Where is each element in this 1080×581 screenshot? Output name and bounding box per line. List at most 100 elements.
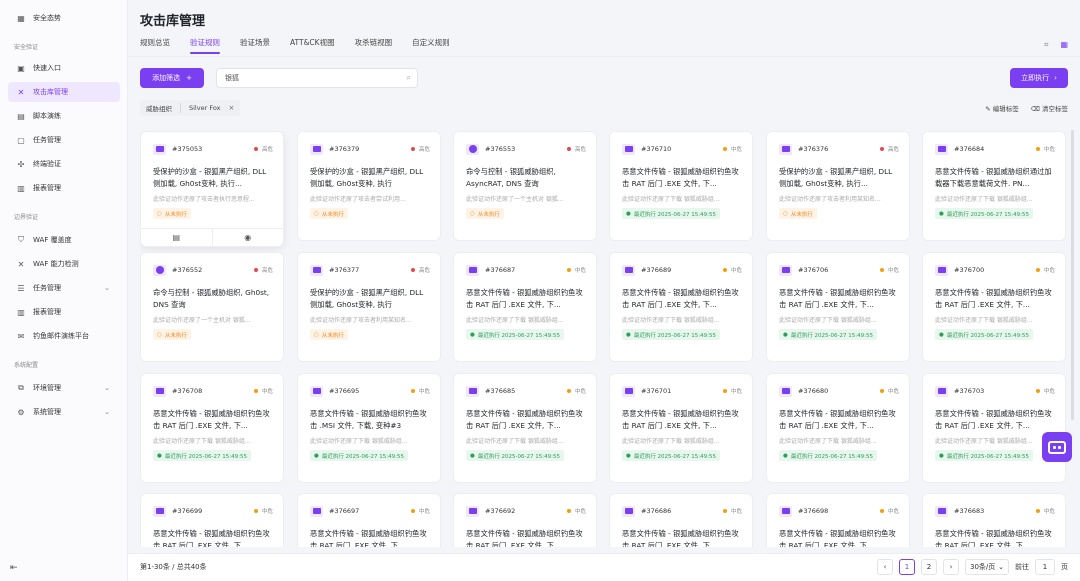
- card-description: 此验证动作还原了攻击者尝试利用...: [310, 196, 406, 203]
- dashboard-icon: ▦: [17, 13, 25, 23]
- sidebar-item-env-mgmt[interactable]: ⧉ 环境管理 ⌄: [8, 378, 120, 398]
- clock-icon: ○: [783, 210, 788, 217]
- sidebar-item-attack-lib[interactable]: ✕ 攻击库管理: [8, 82, 120, 102]
- tab-verify-rules[interactable]: 验证规则: [190, 37, 220, 54]
- pagination-footer: 第1-30条 / 总共40条 ‹ 1 2 › 30条/页 ⌄ 前往 1 页: [128, 553, 1080, 581]
- sidebar-item-task-mgmt-2[interactable]: ☰ 任务管理 ⌄: [8, 278, 120, 298]
- card-header: #376553 高危: [466, 142, 586, 156]
- tab-killchain-view[interactable]: 攻杀链视图: [355, 37, 393, 53]
- rule-card[interactable]: #376684 中危 恶意文件传输 - 银狐威胁组织通过加载器下载恶意载荷文件. P…: [922, 131, 1066, 241]
- rule-card[interactable]: #376689 中危 恶意文件传输 - 银狐威胁组织钓鱼攻击 RAT 后门 .EXE…: [609, 252, 753, 362]
- rule-card[interactable]: #376379 高危 受保护的沙盒 - 银狐黑产组织, DLL侧加载, Gh0st变…: [297, 131, 441, 241]
- rule-card-grid: #375053 高危 受保护的沙盒 - 银狐黑产组织, DLL侧加载, Gh0st变…: [140, 131, 1068, 547]
- sidebar-item-report-mgmt-2[interactable]: ▥ 报表管理: [8, 302, 120, 322]
- assistant-bot-button[interactable]: [1042, 432, 1072, 462]
- goto-page-input[interactable]: 1: [1035, 559, 1055, 575]
- sidebar-item-security-posture[interactable]: ▦ 安全态势: [8, 8, 120, 28]
- check-circle-icon: ●: [939, 452, 944, 459]
- page-1-button[interactable]: 1: [899, 559, 915, 575]
- card-id: #376377: [329, 266, 360, 274]
- sidebar-section-security: 安全验证: [14, 44, 39, 51]
- card-description: 此验证动作还原了下载 银狐威胁组...: [622, 196, 720, 203]
- sidebar-item-waf-detect[interactable]: ✕ WAF 能力检测: [8, 254, 120, 274]
- card-title: 恶意文件传输 - 银狐威胁组织钓鱼攻击 RAT 后门 .EXE 文件, 下...: [779, 529, 896, 547]
- clock-icon: ○: [314, 331, 319, 338]
- card-header: #376695 中危: [310, 384, 430, 398]
- add-filter-button[interactable]: 添加筛选 +: [140, 68, 204, 88]
- card-header: #376706 中危: [779, 263, 899, 277]
- rule-card[interactable]: #376695 中危 恶意文件传输 - 银狐威胁组织钓鱼攻击 .MSI 文件, 下载…: [297, 373, 441, 483]
- search-input[interactable]: 银狐 ⌕: [216, 68, 418, 88]
- rule-card[interactable]: #376706 中危 恶意文件传输 - 银狐威胁组织钓鱼攻击 RAT 后门 .EXE…: [766, 252, 910, 362]
- execution-status: ○ 从未执行: [310, 329, 348, 340]
- risk-dot: [410, 509, 415, 513]
- tab-verify-scenarios[interactable]: 验证场景: [240, 37, 270, 53]
- execution-status: ● 最近执行 2025-06-27 15:49:55: [622, 450, 720, 461]
- execution-status: ○ 从未执行: [310, 208, 348, 219]
- card-description: 此验证动作还原了下载 银狐威胁组...: [622, 317, 720, 324]
- risk-dot: [1035, 268, 1040, 272]
- collapse-sidebar-icon[interactable]: ⇤: [10, 563, 18, 573]
- rule-card[interactable]: #376697 中危 恶意文件传输 - 银狐威胁组织钓鱼攻击 RAT 后门 .EXE…: [297, 493, 441, 547]
- filter-value: Silver Fox: [189, 104, 221, 112]
- sidebar-item-sys-mgmt[interactable]: ⚙ 系统管理 ⌄: [8, 402, 120, 422]
- rule-card[interactable]: #376701 中危 恶意文件传输 - 银狐威胁组织钓鱼攻击 RAT 后门 .EXE…: [609, 373, 753, 483]
- rule-card[interactable]: #376680 中危 恶意文件传输 - 银狐威胁组织钓鱼攻击 RAT 后门 .EXE…: [766, 373, 910, 483]
- clear-tags-button[interactable]: ⌫ 清空标签: [1031, 103, 1068, 113]
- script-icon: ▤: [17, 111, 25, 121]
- execution-status: ○ 从未执行: [153, 329, 191, 340]
- card-description: 此验证动作还原了下载 银狐威胁组...: [935, 196, 1033, 203]
- rule-card[interactable]: #376686 中危 恶意文件传输 - 银狐威胁组织钓鱼攻击 RAT 后门 .EXE…: [609, 493, 753, 547]
- card-id: #376701: [641, 387, 672, 395]
- sidebar-item-report-mgmt[interactable]: ▥ 报表管理: [8, 178, 120, 198]
- sidebar-item-script-drill[interactable]: ▤ 脚本演练: [8, 106, 120, 126]
- rule-card[interactable]: #376699 中危 恶意文件传输 - 银狐威胁组织钓鱼攻击 RAT 后门 .EXE…: [140, 493, 284, 547]
- prev-page-button[interactable]: ‹: [877, 559, 893, 575]
- risk-level: 高危: [253, 266, 273, 274]
- execute-button[interactable]: ◉: [213, 229, 284, 246]
- close-icon[interactable]: ×: [228, 104, 234, 112]
- risk-dot: [410, 147, 415, 151]
- rule-card[interactable]: #376683 中危 恶意文件传输 - 银狐威胁组织钓鱼攻击 RAT 后门 .EXE…: [922, 493, 1066, 547]
- rule-card[interactable]: #376552 高危 命令与控制 - 银狐威胁组织, Gh0st, DNS 查询 此验…: [140, 252, 284, 362]
- rule-card[interactable]: #376553 高危 命令与控制 - 银狐威胁组织, AsyncRAT, DNS 查…: [453, 131, 597, 241]
- run-now-button[interactable]: 立即执行 ›: [1010, 68, 1068, 88]
- rule-card[interactable]: #376700 中危 恶意文件传输 - 银狐威胁组织钓鱼攻击 RAT 后门 .EXE…: [922, 252, 1066, 362]
- rule-card[interactable]: #376685 中危 恶意文件传输 - 银狐威胁组织钓鱼攻击 RAT 后门 .EXE…: [453, 373, 597, 483]
- rule-card[interactable]: #375053 高危 受保护的沙盒 - 银狐黑产组织, DLL侧加载, Gh0st变…: [140, 131, 284, 247]
- rule-card[interactable]: #376703 中危 恶意文件传输 - 银狐威胁组织钓鱼攻击 RAT 后门 .EXE…: [922, 373, 1066, 483]
- rule-card[interactable]: #376698 中危 恶意文件传输 - 银狐威胁组织钓鱼攻击 RAT 后门 .EXE…: [766, 493, 910, 547]
- grid-view-icon[interactable]: ▦: [1060, 40, 1068, 50]
- sidebar-item-waf-coverage[interactable]: ⛉ WAF 覆盖度: [8, 230, 120, 250]
- file-icon: [153, 143, 166, 155]
- sidebar-item-phishing[interactable]: ✉ 钓鱼邮件演练平台: [8, 326, 120, 346]
- rule-card[interactable]: #376377 高危 受保护的沙盒 - 银狐黑产组织, DLL侧加载, Gh0st变…: [297, 252, 441, 362]
- tab-bar: 规则总览 验证规则 验证场景 ATT&CK视图 攻杀链视图 自定义规则: [140, 37, 470, 54]
- sidebar-section-boundary: 边界验证: [14, 214, 39, 221]
- list-view-icon[interactable]: ⌗: [1044, 40, 1049, 50]
- page-size-select[interactable]: 30条/页 ⌄: [965, 559, 1009, 575]
- tab-rule-overview[interactable]: 规则总览: [140, 37, 170, 53]
- page-2-button[interactable]: 2: [921, 559, 937, 575]
- execution-status: ● 最近执行 2025-06-27 15:49:55: [310, 450, 408, 461]
- rule-card[interactable]: #376692 中危 恶意文件传输 - 银狐威胁组织钓鱼攻击 RAT 后门 .EXE…: [453, 493, 597, 547]
- details-button[interactable]: ▤: [141, 229, 213, 246]
- sidebar-item-quick-entry[interactable]: ▣ 快速入口: [8, 58, 120, 78]
- sidebar-item-endpoint-verify[interactable]: ✣ 终端验证: [8, 154, 120, 174]
- sidebar-item-task-mgmt[interactable]: ▢ 任务管理: [8, 130, 120, 150]
- tab-attck-view[interactable]: ATT&CK视图: [290, 37, 335, 53]
- card-id: #376683: [954, 507, 985, 515]
- rule-card[interactable]: #376710 中危 恶意文件传输 - 银狐威胁组织钓鱼攻击 RAT 后门 .EXE…: [609, 131, 753, 241]
- card-header: #376703 中危: [935, 384, 1055, 398]
- card-id: #376379: [329, 145, 360, 153]
- chevron-down-icon: ⌄: [104, 284, 110, 292]
- tab-custom-rules[interactable]: 自定义规则: [412, 37, 450, 53]
- execution-status: ● 最近执行 2025-06-27 15:49:55: [779, 329, 877, 340]
- edit-tags-button[interactable]: ✎ 编辑标签: [985, 103, 1019, 113]
- rule-card[interactable]: #376376 高危 受保护的沙盒 - 银狐黑产组织, DLL侧加载, Gh0st变…: [766, 131, 910, 241]
- next-page-button[interactable]: ›: [943, 559, 959, 575]
- rule-card[interactable]: #376687 中危 恶意文件传输 - 银狐威胁组织钓鱼攻击 RAT 后门 .EXE…: [453, 252, 597, 362]
- scrollbar[interactable]: [1071, 130, 1074, 420]
- rule-card[interactable]: #376708 中危 恶意文件传输 - 银狐威胁组织钓鱼攻击 RAT 后门 .EXE…: [140, 373, 284, 483]
- search-icon[interactable]: ⌕: [407, 73, 411, 83]
